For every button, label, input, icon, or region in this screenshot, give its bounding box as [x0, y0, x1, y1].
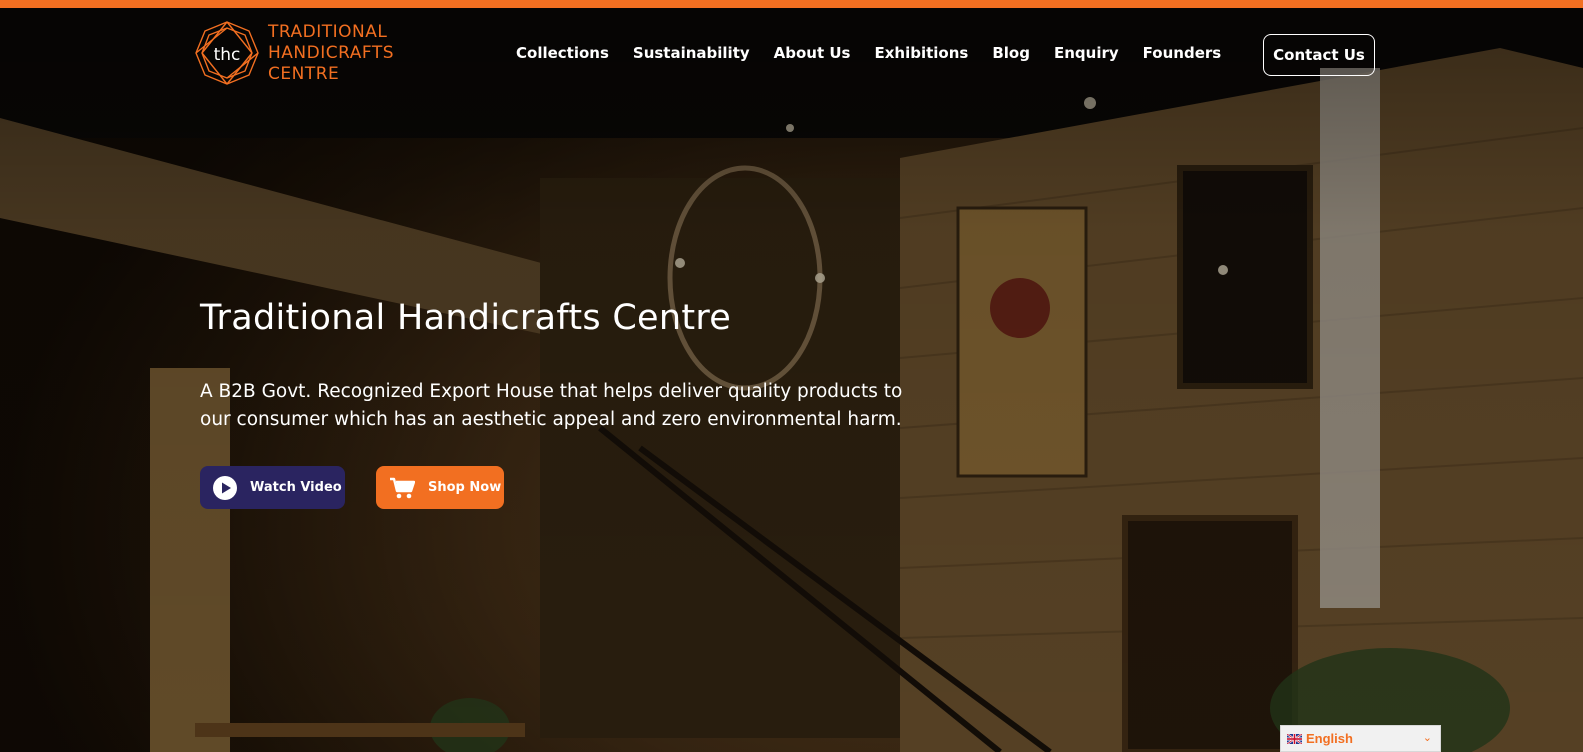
language-label: English — [1306, 731, 1353, 746]
shop-now-label: Shop Now — [428, 480, 502, 495]
uk-flag-icon — [1287, 733, 1302, 744]
nav-about-us[interactable]: About Us — [774, 44, 851, 62]
thc-logo-icon: thc — [195, 21, 259, 85]
contact-us-button[interactable]: Contact Us — [1263, 34, 1375, 76]
chevron-down-icon: ⌄ — [1422, 732, 1432, 744]
nav-blog[interactable]: Blog — [992, 44, 1030, 62]
nav-founders[interactable]: Founders — [1143, 44, 1222, 62]
watch-video-label: Watch Video — [250, 480, 342, 495]
main-nav: Collections Sustainability About Us Exhi… — [516, 44, 1245, 62]
watch-video-button[interactable]: Watch Video — [200, 466, 345, 509]
brand-line-3: CENTRE — [268, 63, 340, 84]
language-selector[interactable]: English ⌄ — [1280, 725, 1441, 752]
nav-enquiry[interactable]: Enquiry — [1054, 44, 1119, 62]
brand-name: TRADITIONAL HANDICRAFTS CENTRE — [268, 22, 394, 85]
hero-subtitle: A B2B Govt. Recognized Export House that… — [200, 381, 903, 430]
hero-title: Traditional Handicrafts Centre — [200, 298, 732, 338]
top-accent-bar — [0, 0, 1583, 8]
play-icon — [213, 475, 237, 500]
svg-text:thc: thc — [214, 45, 241, 65]
brand-logo[interactable]: thc TRADITIONAL HANDICRAFTS CENTRE — [194, 20, 394, 86]
cart-icon — [389, 476, 415, 500]
nav-sustainability[interactable]: Sustainability — [633, 44, 750, 62]
nav-exhibitions[interactable]: Exhibitions — [875, 44, 969, 62]
nav-collections[interactable]: Collections — [516, 44, 609, 62]
brand-line-1: TRADITIONAL — [268, 21, 388, 42]
shop-now-button[interactable]: Shop Now — [376, 466, 504, 509]
brand-line-2: HANDICRAFTS — [268, 42, 395, 63]
